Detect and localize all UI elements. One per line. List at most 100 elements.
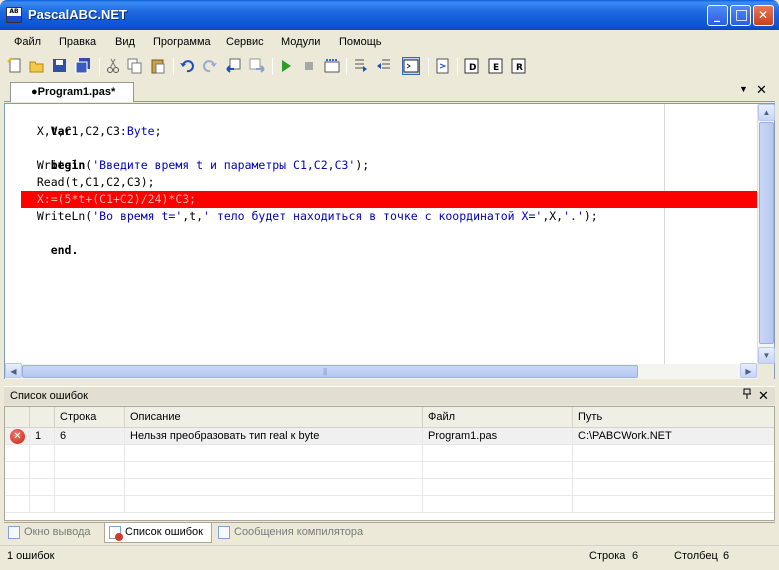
code-line-1: Var xyxy=(50,124,72,138)
step-over-icon[interactable] xyxy=(352,57,370,75)
col-line[interactable]: Строка xyxy=(55,407,125,428)
code-line-8: end. xyxy=(50,243,79,257)
disk-e-icon[interactable]: E xyxy=(487,57,505,75)
pin-icon[interactable] xyxy=(742,388,752,403)
window-title: PascalABC.NET xyxy=(28,7,127,22)
menu-edit[interactable]: Правка xyxy=(59,36,96,48)
scroll-up-icon[interactable]: ▲ xyxy=(758,104,775,121)
menu-bar: Файл Правка Вид Программа Сервис Модули … xyxy=(4,32,775,52)
svg-text:D: D xyxy=(469,63,476,73)
toolbar-separator xyxy=(272,58,273,75)
menu-file[interactable]: Файл xyxy=(14,36,41,48)
tab-close-icon[interactable]: ✕ xyxy=(756,82,767,98)
scroll-down-icon[interactable]: ▼ xyxy=(758,347,775,364)
tabs-dropdown-icon[interactable]: ▼ xyxy=(739,84,748,94)
tab-output-window[interactable]: Окно вывода xyxy=(4,523,102,543)
minimize-button[interactable]: _ xyxy=(707,5,728,26)
svg-text:R: R xyxy=(516,63,523,73)
maximize-button[interactable]: □ xyxy=(730,5,751,26)
code-line-3: begin xyxy=(50,158,86,172)
code-line-2: X,t,C1,C2,C3:Byte; xyxy=(23,124,162,138)
editor-vertical-scrollbar[interactable]: ▲ ▼ xyxy=(757,104,775,364)
save-icon[interactable] xyxy=(51,57,69,75)
undo-icon[interactable] xyxy=(178,57,196,75)
close-button[interactable]: ✕ xyxy=(753,5,774,26)
error-list-grid: Строка Описание Файл Путь ✕ 1 6 Нельзя п… xyxy=(4,406,775,521)
scroll-right-icon[interactable]: ▶ xyxy=(740,363,757,378)
svg-text:E: E xyxy=(493,63,499,73)
error-panel-header: Список ошибок ✕ xyxy=(4,386,775,405)
compile-icon[interactable] xyxy=(323,57,341,75)
save-all-icon[interactable] xyxy=(74,57,92,75)
redo-icon[interactable] xyxy=(201,57,219,75)
vertical-scroll-thumb[interactable] xyxy=(759,122,774,344)
status-errors: 1 ошибок xyxy=(7,550,55,562)
tab-error-list[interactable]: Список ошибок xyxy=(104,523,212,543)
title-bar[interactable]: AB PascalABC.NET _ □ ✕ xyxy=(0,0,779,30)
app-icon-label-top: AB xyxy=(9,8,19,15)
status-bar: 1 ошибок Строка 6 Столбец 6 xyxy=(0,545,779,570)
error-icon: ✕ xyxy=(10,429,25,444)
grid-header: Строка Описание Файл Путь xyxy=(5,407,774,428)
new-file-icon[interactable] xyxy=(6,57,24,75)
code-line-6: X:=(5*t+(C1+C2)/24)*C3; xyxy=(23,192,197,206)
stop-icon[interactable] xyxy=(300,57,318,75)
error-list-icon xyxy=(109,526,123,541)
editor-horizontal-scrollbar[interactable]: ◀ ||| ▶ xyxy=(5,363,757,379)
row-description: Нельзя преобразовать тип real к byte xyxy=(125,428,423,445)
table-row[interactable]: ✕ 1 6 Нельзя преобразовать тип real к by… xyxy=(5,428,774,445)
menu-service[interactable]: Сервис xyxy=(226,36,264,48)
panel-close-icon[interactable]: ✕ xyxy=(758,388,769,404)
app-icon[interactable]: AB xyxy=(6,7,22,23)
code-line-4: Writeln('Введите время t и параметры C1,… xyxy=(23,158,370,172)
col-description[interactable]: Описание xyxy=(125,407,423,428)
document-tabs: ●Program1.pas* ▼ ✕ xyxy=(4,80,775,102)
close-icon: ✕ xyxy=(758,8,769,22)
navigate-forward-icon[interactable] xyxy=(248,57,266,75)
col-file[interactable]: Файл xyxy=(423,407,573,428)
copy-icon[interactable] xyxy=(126,57,144,75)
error-panel-title: Список ошибок xyxy=(10,390,88,402)
step-into-icon[interactable] xyxy=(375,57,393,75)
paste-icon[interactable] xyxy=(149,57,167,75)
cut-icon[interactable] xyxy=(104,57,122,75)
tab-compiler-messages[interactable]: Сообщения компилятора xyxy=(214,523,374,543)
scroll-left-icon[interactable]: ◀ xyxy=(5,363,22,378)
tab-program1-label: ●Program1.pas* xyxy=(31,86,116,98)
col-number[interactable] xyxy=(30,407,55,428)
col-path[interactable]: Путь xyxy=(573,407,774,428)
status-col-label: Столбец xyxy=(674,550,718,562)
run-icon[interactable] xyxy=(277,57,295,75)
code-editor[interactable]: Var X,t,C1,C2,C3:Byte; begin Writeln('Вв… xyxy=(4,103,775,379)
empty-row xyxy=(5,496,774,513)
row-number: 1 xyxy=(30,428,55,445)
menu-help[interactable]: Помощь xyxy=(339,36,382,48)
minimize-icon: _ xyxy=(714,8,720,22)
navigate-back-icon[interactable] xyxy=(225,57,243,75)
code-line-5: Read(t,C1,C2,C3); xyxy=(23,175,155,189)
output-window-icon[interactable] xyxy=(402,57,420,75)
horizontal-scroll-thumb[interactable]: ||| xyxy=(22,365,638,378)
toolbar-separator xyxy=(428,58,429,75)
tab-error-list-label: Список ошибок xyxy=(125,526,203,538)
menu-modules[interactable]: Модули xyxy=(281,36,320,48)
status-line-label: Строка xyxy=(589,550,626,562)
error-highlight-line: X:=(5*t+(C1+C2)/24)*C3; xyxy=(21,191,758,208)
disk-d-icon[interactable]: D xyxy=(463,57,481,75)
bottom-tabs: Окно вывода Список ошибок Сообщения комп… xyxy=(4,522,775,544)
tab-compiler-messages-label: Сообщения компилятора xyxy=(234,526,364,538)
compiler-messages-icon xyxy=(218,526,230,539)
col-icon[interactable] xyxy=(5,407,30,428)
row-line: 6 xyxy=(55,428,125,445)
menu-view[interactable]: Вид xyxy=(115,36,135,48)
debug-step-icon[interactable] xyxy=(434,57,452,75)
code-line-7: WriteLn('Во время t=',t,' тело будет нах… xyxy=(23,209,598,223)
editor-gutter xyxy=(5,104,21,364)
open-folder-icon[interactable] xyxy=(28,57,46,75)
disk-r-icon[interactable]: R xyxy=(510,57,528,75)
menu-program[interactable]: Программа xyxy=(153,36,211,48)
toolbar-separator xyxy=(173,58,174,75)
app-icon-bar xyxy=(7,16,21,22)
tab-program1[interactable]: ●Program1.pas* xyxy=(10,82,134,102)
row-file: Program1.pas xyxy=(423,428,573,445)
